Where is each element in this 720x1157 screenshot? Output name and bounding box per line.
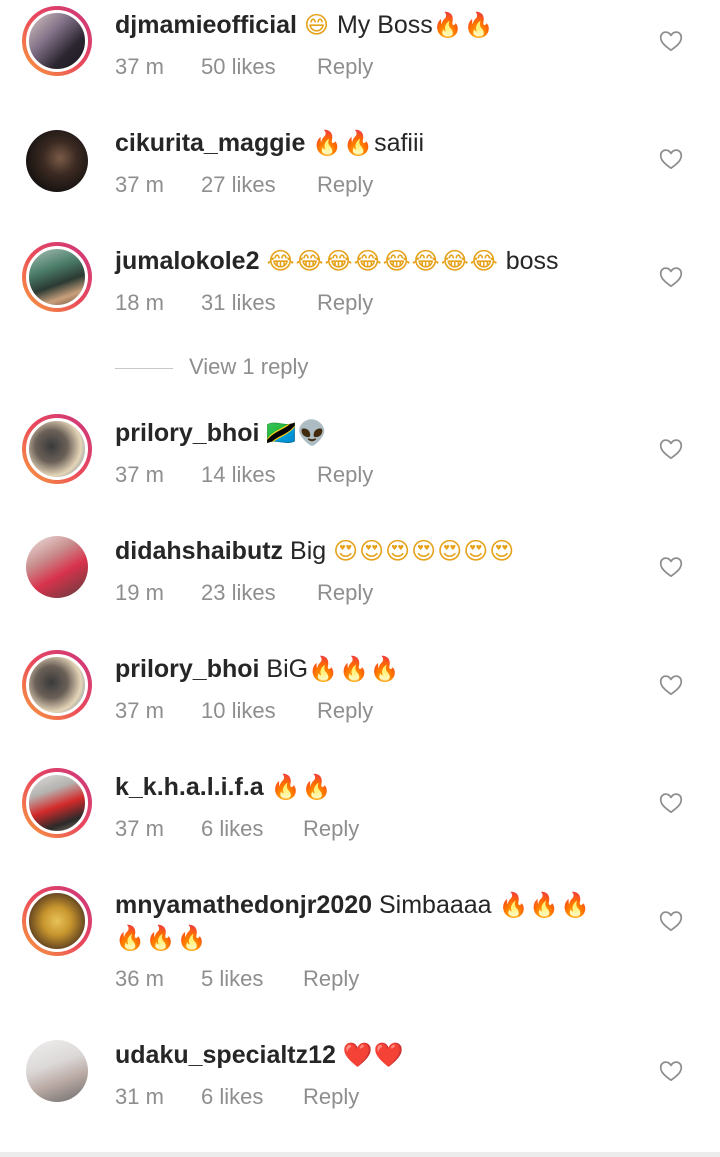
divider [115, 367, 173, 369]
heart-outline-icon[interactable] [658, 436, 684, 462]
avatar [26, 890, 88, 952]
reply-button[interactable]: Reply [317, 578, 373, 608]
comment-time: 37 m [115, 54, 164, 79]
heart-outline-icon[interactable] [658, 672, 684, 698]
comment-meta: 37 m 50 likes Reply [115, 52, 373, 82]
avatar-story-ring[interactable] [22, 242, 92, 312]
reply-button[interactable]: Reply [303, 1082, 359, 1112]
emoji: 🔥🔥🔥 [115, 925, 208, 952]
comment-meta: 37 m 14 likes Reply [115, 460, 373, 490]
comment-time: 37 m [115, 462, 164, 487]
emoji: 😍😍😍😍😍😍😍 [333, 538, 516, 565]
likes-count[interactable]: 5 likes [201, 964, 303, 994]
heart-outline-icon[interactable] [658, 146, 684, 172]
comment-meta: 37 m 6 likes Reply [115, 814, 359, 844]
emoji: 🔥🔥 [312, 130, 375, 157]
view-replies-label: View 1 reply [189, 354, 309, 379]
emoji: 🇹🇿👽 [266, 420, 329, 447]
comment-time: 37 m [115, 816, 164, 841]
view-replies-link[interactable]: View 1 reply [115, 352, 308, 382]
emoji: 🔥🔥 [270, 774, 333, 801]
reply-button[interactable]: Reply [303, 814, 359, 844]
likes-count[interactable]: 6 likes [201, 1082, 303, 1112]
comment-username[interactable]: didahshaibutz [115, 537, 283, 565]
avatar [26, 654, 88, 716]
comment-time: 19 m [115, 580, 164, 605]
avatar-story-ring[interactable] [22, 768, 92, 838]
comment-text: Big [290, 537, 327, 565]
comment-username[interactable]: cikurita_maggie [115, 129, 305, 157]
comment-username[interactable]: jumalokole2 [115, 247, 260, 275]
comment-time: 37 m [115, 698, 164, 723]
avatar [26, 10, 88, 72]
emoji: 🔥🔥 [432, 12, 495, 39]
reply-button[interactable]: Reply [317, 52, 373, 82]
reply-button[interactable]: Reply [317, 696, 373, 726]
likes-count[interactable]: 23 likes [201, 578, 317, 608]
reply-button[interactable]: Reply [303, 964, 359, 994]
comment-username[interactable]: mnyamathedonjr2020 [115, 891, 372, 919]
comment-time: 36 m [115, 966, 164, 991]
emoji: 😄 [303, 12, 330, 39]
likes-count[interactable]: 14 likes [201, 460, 317, 490]
comment-username[interactable]: prilory_bhoi [115, 419, 259, 447]
emoji: 😂😂😂😂😂😂😂😂 [266, 248, 499, 275]
comment-text: safiii [374, 129, 425, 157]
avatar [26, 130, 88, 192]
avatar-story-ring[interactable] [22, 6, 92, 76]
likes-count[interactable]: 31 likes [201, 288, 317, 318]
emoji: ❤️❤️ [342, 1042, 405, 1069]
avatar-wrap[interactable] [22, 126, 92, 196]
avatar [26, 246, 88, 308]
likes-count[interactable]: 50 likes [201, 52, 317, 82]
comment-text: boss [505, 247, 559, 275]
comment-meta: 19 m 23 likes Reply [115, 578, 373, 608]
heart-outline-icon[interactable] [658, 264, 684, 290]
heart-outline-icon[interactable] [658, 554, 684, 580]
avatar-story-ring[interactable] [22, 414, 92, 484]
comment-meta: 37 m 27 likes Reply [115, 170, 373, 200]
avatar [26, 536, 88, 598]
comment-text: BiG [266, 655, 309, 683]
likes-count[interactable]: 6 likes [201, 814, 303, 844]
reply-button[interactable]: Reply [317, 288, 373, 318]
comment-username[interactable]: udaku_specialtz12 [115, 1041, 336, 1069]
reply-button[interactable]: Reply [317, 460, 373, 490]
likes-count[interactable]: 10 likes [201, 696, 317, 726]
comment-text: My Boss [336, 11, 433, 39]
heart-outline-icon[interactable] [658, 1058, 684, 1084]
comment-username[interactable]: prilory_bhoi [115, 655, 259, 683]
likes-count[interactable]: 27 likes [201, 170, 317, 200]
avatar-story-ring[interactable] [22, 650, 92, 720]
bottom-divider [0, 1152, 720, 1157]
avatar [26, 772, 88, 834]
comment-username[interactable]: k_k.h.a.l.i.f.a [115, 773, 264, 801]
heart-outline-icon[interactable] [658, 908, 684, 934]
comment-username[interactable]: djmamieofficial [115, 11, 297, 39]
comment-meta: 18 m 31 likes Reply [115, 288, 373, 318]
avatar-story-ring[interactable] [22, 886, 92, 956]
comment-meta: 31 m 6 likes Reply [115, 1082, 359, 1112]
comment-meta: 37 m 10 likes Reply [115, 696, 373, 726]
comment-text: Simbaaaa [379, 891, 492, 919]
avatar [26, 1040, 88, 1102]
avatar [26, 418, 88, 480]
avatar-wrap[interactable] [22, 532, 92, 602]
comment-time: 37 m [115, 172, 164, 197]
comment-time: 31 m [115, 1084, 164, 1109]
emoji: 🔥🔥🔥 [308, 656, 401, 683]
comment-meta: 36 m 5 likes Reply [115, 964, 359, 994]
heart-outline-icon[interactable] [658, 790, 684, 816]
heart-outline-icon[interactable] [658, 28, 684, 54]
comment-time: 18 m [115, 290, 164, 315]
emoji: 🔥🔥🔥 [498, 892, 592, 919]
reply-button[interactable]: Reply [317, 170, 373, 200]
avatar-wrap[interactable] [22, 1036, 92, 1106]
